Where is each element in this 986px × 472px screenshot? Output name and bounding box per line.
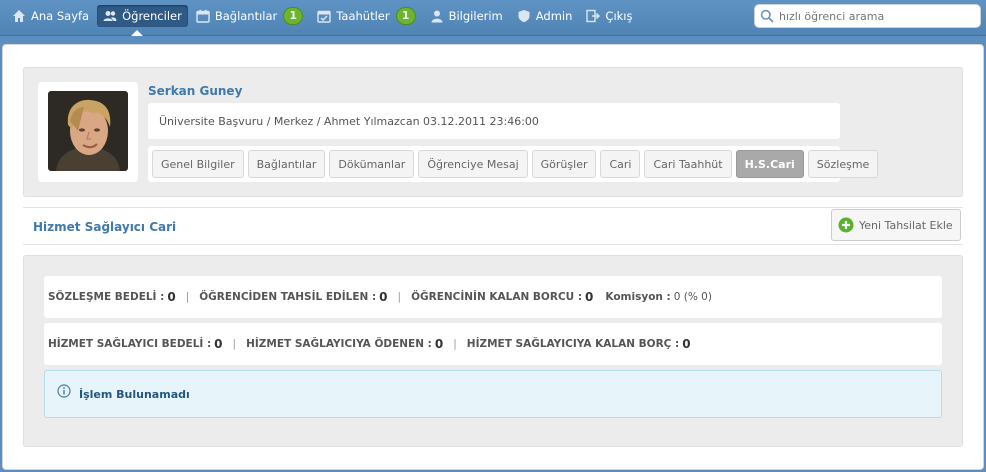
provider-remaining-value: 0 — [682, 337, 691, 351]
no-records-alert: İşlem Bulunamadı — [44, 370, 942, 418]
logout-icon — [586, 9, 601, 23]
nav-item-admin[interactable]: Admin — [511, 5, 579, 27]
content-panel: Serkan Guney Üniversite Başvuru / Merkez… — [2, 44, 984, 470]
nav-item-commitments[interactable]: Taahütler 1 — [311, 5, 421, 27]
tab-message-student[interactable]: Öğrenciye Mesaj — [418, 150, 528, 178]
nav-label: Öğrenciler — [122, 9, 182, 23]
tab-connections[interactable]: Bağlantılar — [247, 150, 326, 178]
tab-opinions[interactable]: Görüşler — [531, 150, 597, 178]
quick-search-input[interactable] — [779, 9, 969, 23]
separator: | — [185, 291, 190, 303]
student-remaining-value: 0 — [585, 290, 594, 304]
no-records-message: İşlem Bulunamadı — [79, 387, 190, 401]
nav-item-logout[interactable]: Çıkış — [580, 5, 638, 27]
nav-label: Bilgilerim — [448, 9, 503, 23]
student-profile-card: Serkan Guney Üniversite Başvuru / Merkez… — [23, 67, 963, 197]
calendar-icon — [196, 9, 210, 23]
nav-label: Bağlantılar — [214, 9, 278, 23]
nav-item-connections[interactable]: Bağlantılar 1 — [190, 5, 309, 27]
search-icon — [760, 9, 774, 23]
user-icon — [430, 9, 444, 23]
tab-account-commitment[interactable]: Cari Taahhüt — [644, 150, 732, 178]
contract-fee-value: 0 — [167, 290, 176, 304]
tab-general-info[interactable]: Genel Bilgiler — [152, 150, 244, 178]
tab-provider-account[interactable]: H.S.Cari — [735, 150, 804, 178]
student-remaining-label: ÖĞRENCİNİN KALAN BORCU : — [411, 291, 583, 303]
top-navbar: Ana Sayfa Öğrenciler Bağlantılar 1 Taahü… — [0, 0, 986, 36]
section-header: Hizmet Sağlayıcı Cari Yeni Tahsilat Ekle — [23, 207, 963, 245]
collected-label: ÖĞRENCİDEN TAHSİL EDİLEN : — [199, 291, 377, 303]
tab-contract[interactable]: Sözleşme — [807, 150, 879, 178]
provider-fee-value: 0 — [214, 337, 223, 351]
account-summary: SÖZLEŞME BEDELİ : 0 | ÖĞRENCİDEN TAHSİL … — [23, 255, 963, 447]
main-nav: Ana Sayfa Öğrenciler Bağlantılar 1 Taahü… — [6, 5, 641, 27]
section-title: Hizmet Sağlayıcı Cari — [33, 220, 177, 234]
provider-balance-row: HİZMET SAĞLAYICI BEDELİ : 0 | HİZMET SAĞ… — [44, 323, 942, 365]
plus-circle-icon — [838, 217, 854, 233]
commission-label: Komisyon : — [605, 291, 671, 303]
separator: | — [453, 338, 457, 350]
nav-item-home[interactable]: Ana Sayfa — [6, 5, 95, 27]
student-application-info: Üniversite Başvuru / Merkez / Ahmet Yılm… — [148, 103, 840, 139]
calendar-check-icon — [317, 9, 331, 23]
add-payment-button[interactable]: Yeni Tahsilat Ekle — [831, 209, 961, 241]
student-tabs: Genel Bilgiler Bağlantılar Dökümanlar Öğ… — [148, 146, 879, 182]
separator: | — [397, 291, 402, 303]
provider-remaining-label: HİZMET SAĞLAYICIYA KALAN BORÇ : — [466, 338, 680, 350]
provider-fee-label: HİZMET SAĞLAYICI BEDELİ : — [48, 338, 212, 350]
shield-icon — [517, 9, 531, 23]
quick-search-box[interactable] — [754, 4, 981, 28]
student-photo-frame — [38, 82, 138, 182]
users-icon — [103, 9, 117, 23]
student-balance-row: SÖZLEŞME BEDELİ : 0 | ÖĞRENCİDEN TAHSİL … — [44, 276, 942, 318]
nav-label: Çıkış — [605, 9, 633, 23]
tab-documents[interactable]: Dökümanlar — [329, 150, 415, 178]
home-icon — [12, 9, 26, 23]
nav-item-students[interactable]: Öğrenciler — [97, 5, 188, 27]
student-photo — [48, 91, 128, 171]
commitments-count-badge: 1 — [395, 7, 416, 25]
nav-label: Taahütler — [336, 9, 390, 23]
commission-value: 0 (% 0) — [673, 291, 712, 303]
active-nav-pointer — [131, 30, 143, 36]
info-icon — [57, 384, 71, 398]
add-payment-label: Yeni Tahsilat Ekle — [859, 218, 953, 232]
separator: | — [232, 338, 237, 350]
nav-item-my-info[interactable]: Bilgilerim — [424, 5, 509, 27]
provider-paid-label: HİZMET SAĞLAYICIYA ÖDENEN : — [246, 338, 432, 350]
provider-paid-value: 0 — [434, 337, 444, 351]
collected-value: 0 — [379, 290, 388, 304]
connections-count-badge: 1 — [283, 7, 304, 25]
contract-fee-label: SÖZLEŞME BEDELİ : — [48, 291, 165, 303]
student-name[interactable]: Serkan Guney — [148, 84, 242, 98]
nav-label: Ana Sayfa — [31, 9, 90, 23]
tab-account[interactable]: Cari — [600, 150, 641, 178]
nav-label: Admin — [535, 9, 573, 23]
